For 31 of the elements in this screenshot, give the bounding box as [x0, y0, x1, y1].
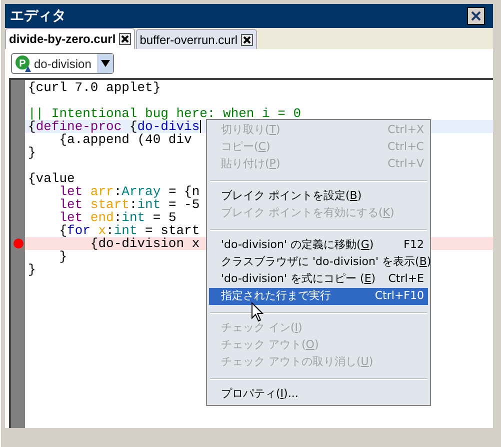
code-line: {for x:int = start — [58, 224, 200, 237]
code-line: {do-division x — [89, 237, 200, 250]
code-line: let start:int = -5 — [58, 198, 200, 211]
menu-item[interactable]: 指定された行まで実行 Ctrl+F10 — [209, 288, 428, 305]
code-line: let arr:Array = {n — [58, 185, 200, 198]
editor-tab[interactable]: divide-by-zero.curl — [5, 28, 135, 49]
code-line: } — [58, 250, 68, 263]
close-button[interactable] — [467, 7, 485, 25]
code-line: {define-proc {do-divis — [28, 120, 200, 133]
text-caret — [200, 120, 201, 133]
menu-item[interactable]: ブレイク ポイントを設定(B) — [209, 188, 428, 205]
procedure-dropdown[interactable]: P do-division — [11, 53, 114, 74]
menu-item[interactable]: プロパティ(I)... — [209, 386, 428, 403]
tab-close-icon[interactable] — [118, 33, 131, 45]
code-line: {a.append (40 div — [58, 133, 192, 146]
editor-tab[interactable]: buffer-overrun.curl — [136, 29, 257, 49]
code-line: let end:int = 5 — [58, 211, 176, 224]
close-icon — [470, 10, 482, 22]
menu-item[interactable]: 'do-division' の定義に移動(G) F12 — [209, 237, 428, 254]
dropdown-arrow-icon — [100, 60, 110, 67]
window-title: エディタ — [10, 6, 66, 26]
code-line: } — [28, 263, 36, 276]
tab-close-icon[interactable] — [240, 34, 253, 46]
mouse-pointer-icon — [251, 302, 264, 322]
menu-item[interactable]: クラスブラウザに 'do-division' を表示(B) — [209, 254, 428, 271]
menu-item[interactable]: 'do-division' を式にコピー (E) Ctrl+E — [209, 271, 428, 288]
code-line: {curl 7.0 applet} — [28, 81, 161, 94]
code-line: {value — [28, 172, 75, 185]
code-line: } — [28, 146, 36, 159]
code-line: || Intentional bug here: when i = 0 — [28, 107, 302, 120]
procedure-icon: P — [15, 55, 31, 72]
